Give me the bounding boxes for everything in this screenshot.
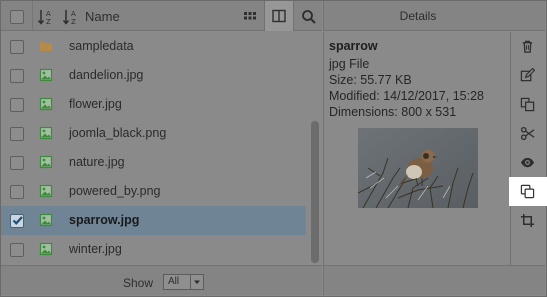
- file-list-toolbar: AZ AZ Name: [1, 1, 322, 31]
- details-file-name: sparrow: [329, 39, 378, 53]
- details-title: Details: [399, 9, 437, 23]
- action-toolbar: [509, 32, 547, 265]
- file-name: nature.jpg: [69, 155, 125, 169]
- image-thumbnail: [358, 128, 478, 208]
- details-panel: sparrow jpg File Size: 55.77 KB Modified…: [323, 32, 510, 265]
- svg-text:A: A: [71, 10, 76, 18]
- scrollbar-thumb[interactable]: [311, 121, 319, 263]
- image-file-icon: [39, 97, 53, 111]
- image-file-icon: [39, 184, 53, 198]
- details-header: Details: [323, 1, 545, 31]
- file-checkbox[interactable]: [10, 69, 24, 83]
- svg-text:Z: Z: [71, 18, 76, 26]
- file-checkbox[interactable]: [10, 98, 24, 112]
- file-list: sampledata dandelion.jpg flower.jpg joomla_…: [1, 32, 322, 265]
- file-name: flower.jpg: [69, 97, 122, 111]
- details-footer: [323, 265, 545, 295]
- delete-button[interactable]: [511, 32, 545, 61]
- file-name: joomla_black.png: [69, 126, 167, 140]
- cut-button[interactable]: [511, 119, 545, 148]
- file-name: sampledata: [69, 39, 134, 53]
- sort-az-icon[interactable]: AZ: [37, 8, 55, 26]
- image-file-icon: [39, 242, 53, 256]
- search-icon[interactable]: [300, 8, 318, 26]
- details-file-type: jpg File: [329, 57, 370, 71]
- file-checkbox[interactable]: [10, 185, 24, 199]
- file-row[interactable]: dandelion.jpg: [1, 61, 306, 90]
- details-dimensions: Dimensions: 800 x 531: [329, 105, 457, 119]
- file-name: powered_by.png: [69, 184, 161, 198]
- toolbar-divider: [32, 1, 33, 31]
- file-checkbox[interactable]: [10, 156, 24, 170]
- file-row[interactable]: sparrow.jpg: [1, 206, 306, 235]
- file-name: sparrow.jpg: [69, 213, 140, 227]
- copy-button[interactable]: [511, 90, 545, 119]
- svg-text:A: A: [46, 10, 51, 18]
- file-checkbox[interactable]: [10, 40, 24, 54]
- name-column-header[interactable]: Name: [85, 9, 120, 24]
- file-row[interactable]: sampledata: [1, 32, 306, 61]
- file-row[interactable]: flower.jpg: [1, 90, 306, 119]
- folder-icon: [39, 39, 53, 53]
- show-select[interactable]: All: [163, 274, 204, 290]
- file-checkbox[interactable]: [10, 243, 24, 257]
- file-list-footer: Show All: [1, 265, 322, 295]
- file-row[interactable]: joomla_black.png: [1, 119, 306, 148]
- details-file-size: Size: 55.77 KB: [329, 73, 412, 87]
- chevron-down-icon: [190, 275, 203, 289]
- split-view-button[interactable]: [264, 1, 294, 31]
- file-checkbox[interactable]: [10, 127, 24, 141]
- file-checkbox[interactable]: [10, 214, 24, 228]
- image-file-icon: [39, 213, 53, 227]
- details-modified: Modified: 14/12/2017, 15:28: [329, 89, 484, 103]
- edit-button[interactable]: [511, 61, 545, 90]
- grid-view-icon[interactable]: [241, 8, 259, 26]
- show-select-value: All: [168, 276, 180, 287]
- sort-name-icon[interactable]: AZ: [62, 8, 80, 26]
- show-label: Show: [123, 276, 154, 290]
- file-row[interactable]: winter.jpg: [1, 235, 306, 264]
- duplicate-button[interactable]: [509, 177, 547, 206]
- select-all-checkbox[interactable]: [10, 10, 24, 24]
- image-file-icon: [39, 126, 53, 140]
- file-row[interactable]: nature.jpg: [1, 148, 306, 177]
- image-file-icon: [39, 68, 53, 82]
- file-row[interactable]: powered_by.png: [1, 177, 306, 206]
- preview-button[interactable]: [511, 148, 545, 177]
- image-file-icon: [39, 155, 53, 169]
- file-name: winter.jpg: [69, 242, 122, 256]
- file-name: dandelion.jpg: [69, 68, 144, 82]
- crop-button[interactable]: [511, 206, 545, 235]
- svg-text:Z: Z: [46, 18, 51, 26]
